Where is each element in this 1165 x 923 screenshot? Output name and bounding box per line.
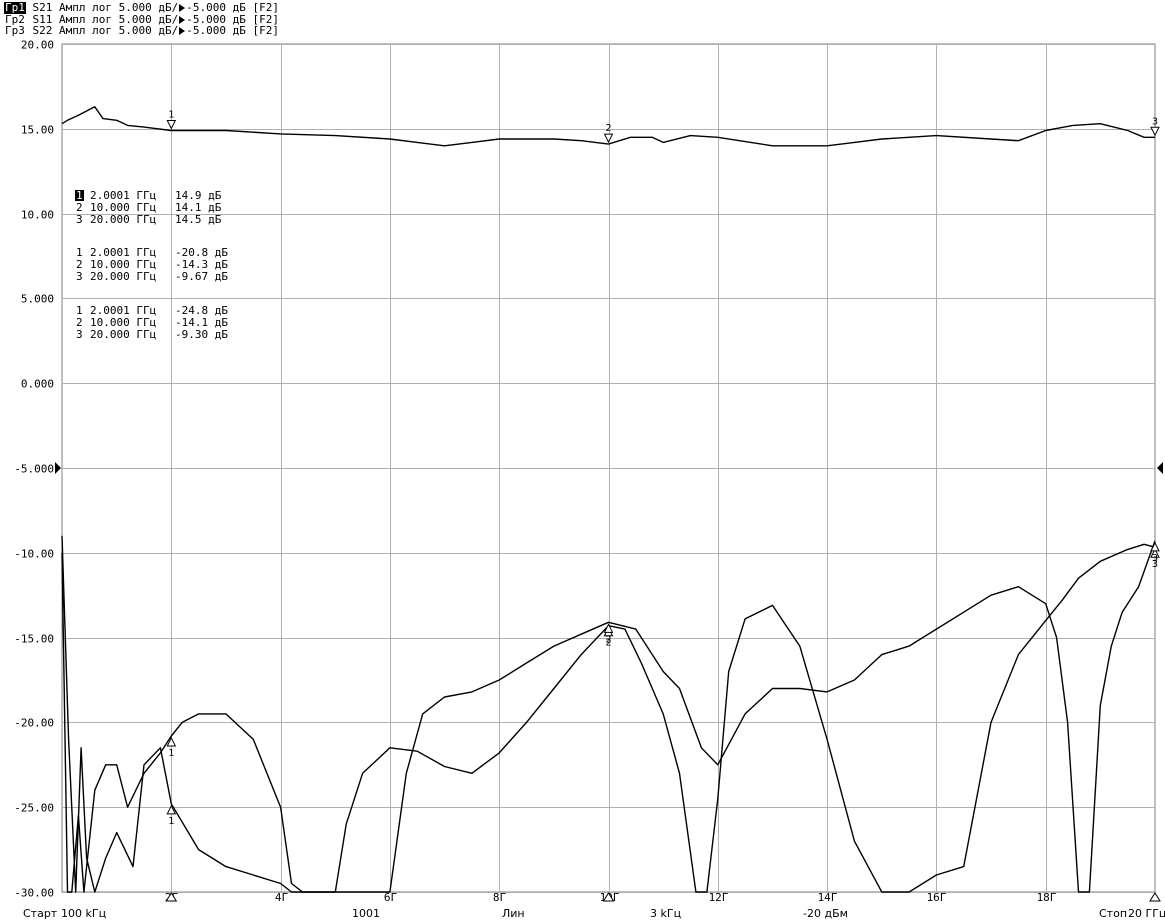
start-value[interactable]: 100 kГц (61, 907, 106, 920)
y-tick-label: -20.00 (14, 717, 54, 730)
marker-triangle[interactable] (603, 133, 614, 144)
marker-triangle[interactable] (166, 119, 177, 130)
trace-s11[interactable] (61, 543, 1156, 893)
y-tick-label: -30.00 (14, 887, 54, 900)
stop-value[interactable]: 20 ГГц (1128, 907, 1165, 920)
x-tick-label: 14Г (818, 891, 838, 904)
ref-level-left-icon[interactable] (55, 462, 61, 474)
marker-table-number[interactable]: 3 (76, 328, 83, 341)
y-tick-label: -10.00 (14, 548, 54, 561)
marker-number: 2 (605, 123, 611, 134)
marker-number: 3 (1152, 553, 1158, 564)
x-tick-label: 18Г (1037, 891, 1057, 904)
x-tick-label: 4Г (275, 891, 289, 904)
marker-number: 1 (168, 816, 174, 827)
y-tick-label: 20.00 (21, 39, 54, 52)
points-count[interactable]: 1001 (352, 907, 380, 920)
y-tick-label: 0.000 (21, 378, 54, 391)
marker-axis-icon[interactable] (1149, 892, 1161, 902)
y-tick-label: -15.00 (14, 633, 54, 646)
marker-table-value: -9.67 дБ (175, 270, 228, 283)
ref-level-right-icon[interactable] (1157, 462, 1163, 474)
marker-number: 1 (168, 748, 174, 759)
marker-table-number[interactable]: 3 (76, 213, 83, 226)
sweep-type[interactable]: Лин (502, 907, 525, 920)
chart-area[interactable]: 20.00 15.00 10.00 5.000 0.000 -5.000 -10.00 -15… (0, 0, 1165, 904)
y-tick-label: 5.000 (21, 293, 54, 306)
power-level[interactable]: -20 дБм (803, 907, 848, 920)
x-tick-label: 8Г (493, 891, 507, 904)
if-bandwidth[interactable]: 3 kГц (650, 907, 681, 920)
marker-table-freq: 20.000 ГГц (90, 213, 156, 226)
marker-number: 1 (168, 109, 174, 120)
marker-table-number[interactable]: 3 (76, 270, 83, 283)
x-tick-label: 6Г (384, 891, 398, 904)
x-tick-label: 16Г (927, 891, 947, 904)
marker-triangle[interactable] (1150, 126, 1160, 137)
y-tick-label: -5.000 (14, 463, 54, 476)
marker-table-value: -9.30 дБ (175, 328, 228, 341)
marker-number: 2 (605, 634, 611, 645)
start-label: Старт (23, 907, 58, 920)
x-tick-label: 12Г (709, 891, 729, 904)
marker-table-freq: 20.000 ГГц (90, 328, 156, 341)
y-tick-label: 10.00 (21, 209, 54, 222)
status-footer: Старт 100 kГц 1001 Лин 3 kГц -20 дБм Сто… (0, 904, 1165, 922)
marker-table-freq: 20.000 ГГц (90, 270, 156, 283)
stop-label: Стоп (1099, 907, 1128, 920)
y-tick-label: -25.00 (14, 802, 54, 815)
marker-number: 3 (1152, 116, 1158, 127)
marker-table-value: 14.5 дБ (175, 213, 222, 226)
y-tick-label: 15.00 (21, 124, 54, 137)
